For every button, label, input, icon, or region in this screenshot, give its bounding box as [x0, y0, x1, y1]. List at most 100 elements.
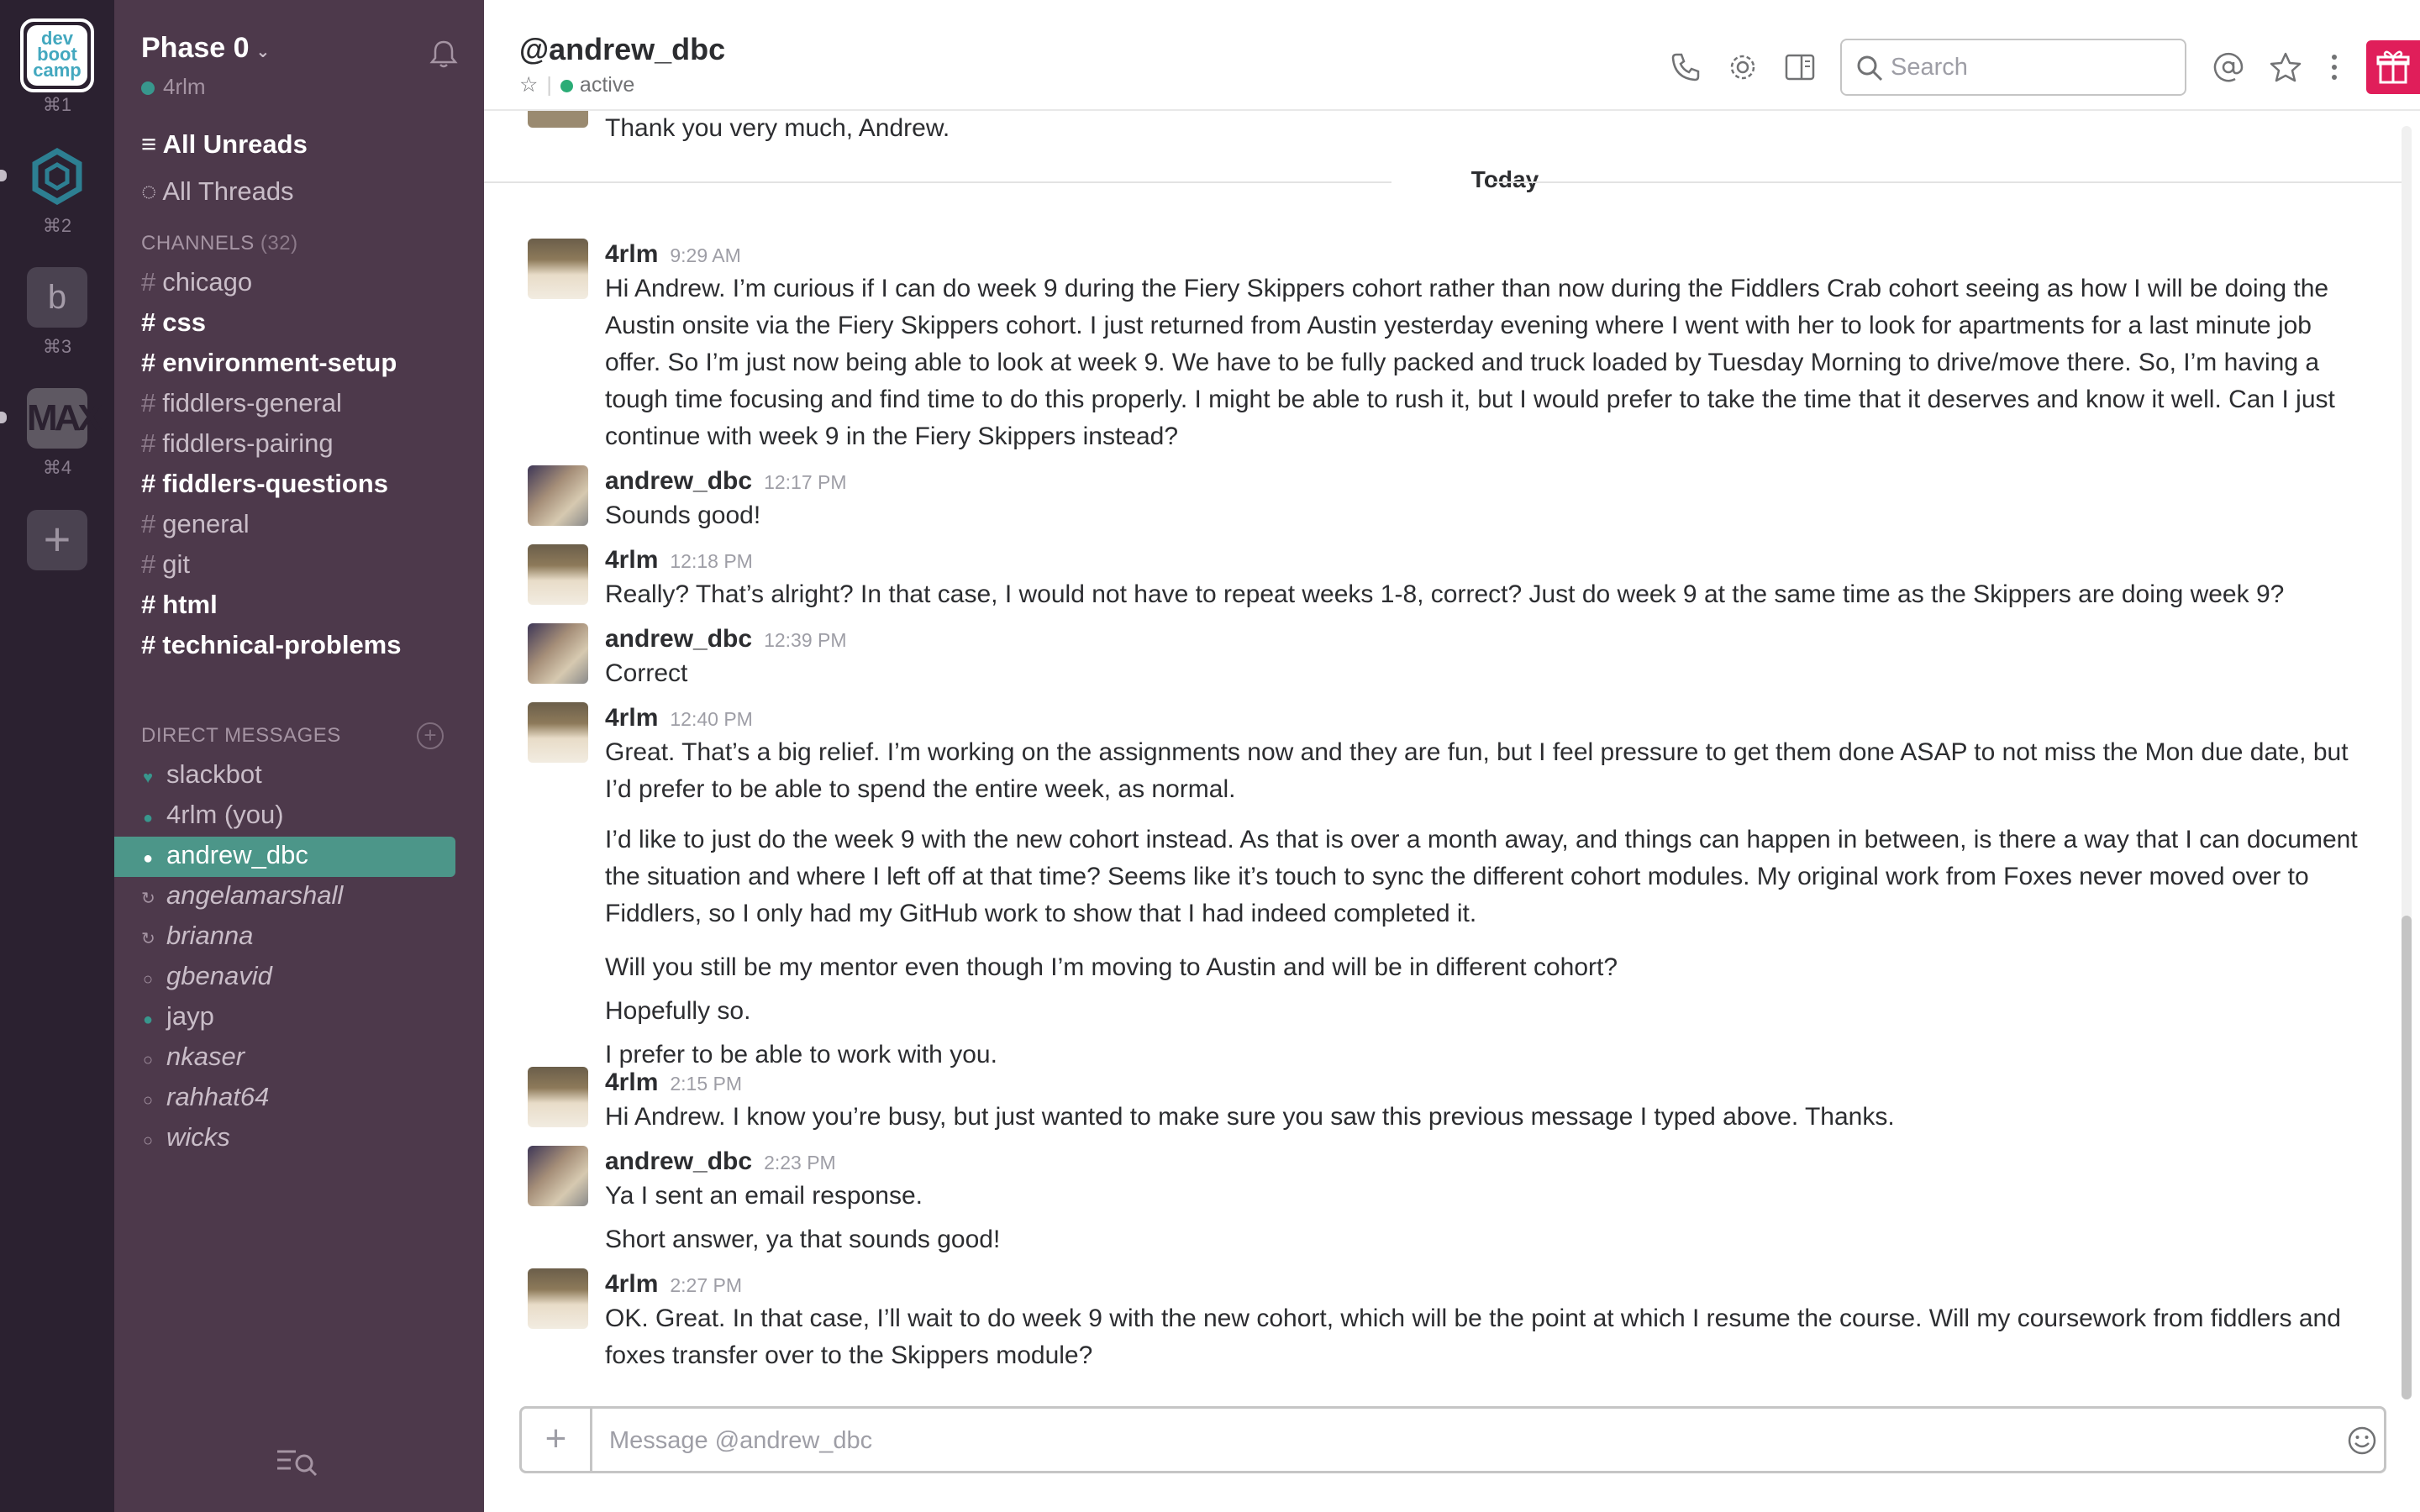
message-list: Thank you very much, Andrew. Today 4rlm 9… — [484, 111, 2420, 1388]
message-text: Hi Andrew. I know you’re busy, but just … — [605, 1103, 1895, 1131]
timestamp[interactable]: 12:40 PM — [670, 708, 752, 730]
away-dot-icon: ○ — [142, 1091, 154, 1110]
team-shortcut: ⌘2 — [42, 215, 72, 236]
search-field[interactable] — [1840, 39, 2186, 96]
timestamp[interactable]: 12:39 PM — [764, 629, 846, 651]
channel-label: css — [162, 307, 206, 337]
divider — [484, 181, 1392, 183]
all-unreads-link[interactable]: ≡ All Unreads — [141, 129, 308, 160]
avatar[interactable] — [528, 465, 588, 526]
channel-label: general — [162, 509, 250, 538]
sender-name[interactable]: 4rlm — [605, 1068, 658, 1096]
conversation-title[interactable]: @andrew_dbc — [519, 32, 725, 67]
sender-name[interactable]: 4rlm — [605, 546, 658, 574]
timestamp[interactable]: 2:15 PM — [670, 1073, 742, 1095]
online-dot-icon: ● — [142, 809, 154, 827]
online-dot-icon: ● — [142, 1011, 154, 1029]
channel-label: fiddlers-pairing — [162, 428, 334, 458]
hash-icon: # — [141, 469, 156, 498]
dm-rahhat64[interactable]: ○ rahhat64 — [141, 1082, 269, 1112]
dm-nkaser[interactable]: ○ nkaser — [141, 1042, 245, 1072]
sender-name[interactable]: andrew_dbc — [605, 1147, 752, 1175]
channel-label: git — [162, 549, 190, 579]
dm-angelamarshall[interactable]: ↻ angelamarshall — [141, 880, 343, 911]
dm-4rlm-you[interactable]: ● 4rlm (you) — [141, 800, 284, 830]
team-hex-logo[interactable] — [27, 146, 87, 207]
presence-label: active — [579, 73, 635, 97]
away-dot-icon: ○ — [142, 1131, 154, 1150]
message-header: andrew_dbc 12:39 PM — [605, 625, 847, 654]
team-b-logo[interactable]: b — [27, 267, 87, 328]
phone-icon[interactable] — [1669, 50, 1702, 84]
channel-html[interactable]: # html — [141, 590, 218, 620]
current-user-name: 4rlm — [163, 74, 206, 99]
star-icon[interactable]: ☆ — [519, 73, 538, 97]
channel-fiddlers-general[interactable]: # fiddlers-general — [141, 388, 342, 418]
dm-label: 4rlm (you) — [166, 800, 284, 829]
channel-fiddlers-pairing[interactable]: # fiddlers-pairing — [141, 428, 334, 459]
logo-line: camp — [33, 60, 82, 81]
avatar[interactable] — [528, 623, 588, 684]
dm-brianna[interactable]: ↻ brianna — [141, 921, 253, 951]
conversation-subtitle: ☆ | active — [519, 72, 634, 97]
all-threads-link[interactable]: ◌ All Threads — [141, 176, 294, 207]
dm-gbenavid[interactable]: ○ gbenavid — [141, 961, 272, 991]
channel-label: environment-setup — [162, 348, 397, 377]
timestamp[interactable]: 12:17 PM — [764, 471, 846, 493]
avatar[interactable] — [528, 1067, 588, 1127]
team-devbootcamp-logo[interactable]: dev boot camp — [27, 25, 87, 86]
sender-name[interactable]: 4rlm — [605, 240, 658, 268]
details-pane-icon[interactable] — [1783, 50, 1817, 84]
more-actions-icon[interactable] — [2317, 50, 2351, 84]
channels-header[interactable]: CHANNELS (32) — [141, 232, 298, 255]
dm-slackbot[interactable]: ♥ slackbot — [141, 759, 262, 790]
channel-fiddlers-questions[interactable]: # fiddlers-questions — [141, 469, 388, 499]
sender-name[interactable]: 4rlm — [605, 1270, 658, 1298]
scrollbar-thumb[interactable] — [2402, 916, 2412, 1399]
channel-technical-problems[interactable]: # technical-problems — [141, 630, 402, 660]
gift-button[interactable] — [2366, 40, 2420, 94]
channel-general[interactable]: # general — [141, 509, 250, 539]
workspace-menu[interactable]: Phase 0 ⌄ — [141, 32, 270, 65]
sender-name[interactable]: 4rlm — [605, 704, 658, 732]
dm-jayp[interactable]: ● jayp — [141, 1001, 214, 1032]
channel-environment-setup[interactable]: # environment-setup — [141, 348, 397, 378]
channel-css[interactable]: # css — [141, 307, 206, 338]
avatar[interactable] — [528, 702, 588, 763]
quick-switcher-icon[interactable] — [276, 1445, 319, 1478]
dm-wicks[interactable]: ○ wicks — [141, 1122, 230, 1152]
dm-label: wicks — [166, 1122, 230, 1152]
channel-chicago[interactable]: # chicago — [141, 267, 252, 297]
direct-messages-header[interactable]: DIRECT MESSAGES — [141, 724, 341, 748]
timestamp[interactable]: 2:23 PM — [764, 1152, 836, 1173]
gear-icon[interactable] — [1726, 50, 1760, 84]
add-dm-button[interactable]: + — [417, 722, 444, 749]
avatar[interactable] — [528, 544, 588, 605]
starred-items-icon[interactable] — [2269, 50, 2302, 84]
dm-andrew-dbc[interactable]: ● andrew_dbc — [141, 840, 308, 870]
hash-icon: # — [141, 428, 156, 458]
message-input[interactable] — [609, 1424, 2273, 1457]
avatar[interactable] — [528, 239, 588, 299]
sender-name[interactable]: andrew_dbc — [605, 467, 752, 495]
avatar[interactable] — [528, 1268, 588, 1329]
timestamp[interactable]: 12:18 PM — [670, 550, 752, 572]
emoji-icon[interactable] — [2347, 1425, 2377, 1456]
hash-icon: # — [141, 549, 156, 579]
attach-button[interactable]: + — [522, 1409, 592, 1471]
dm-label: brianna — [166, 921, 254, 950]
search-input[interactable] — [1891, 50, 2168, 84]
sender-name[interactable]: andrew_dbc — [605, 625, 752, 653]
channel-git[interactable]: # git — [141, 549, 190, 580]
team-max-logo[interactable]: MAX — [27, 388, 103, 449]
channel-label: fiddlers-general — [162, 388, 342, 417]
timestamp[interactable]: 9:29 AM — [670, 244, 740, 266]
message-text: I’d like to just do the week 9 with the … — [605, 826, 2358, 927]
bell-icon[interactable] — [427, 37, 460, 71]
avatar[interactable] — [528, 1146, 588, 1206]
mentions-icon[interactable] — [2212, 50, 2245, 84]
add-team-button[interactable]: + — [27, 510, 87, 570]
message-composer: + — [519, 1406, 2386, 1473]
message-text: Thank you very much, Andrew. — [605, 114, 950, 142]
timestamp[interactable]: 2:27 PM — [670, 1274, 742, 1296]
